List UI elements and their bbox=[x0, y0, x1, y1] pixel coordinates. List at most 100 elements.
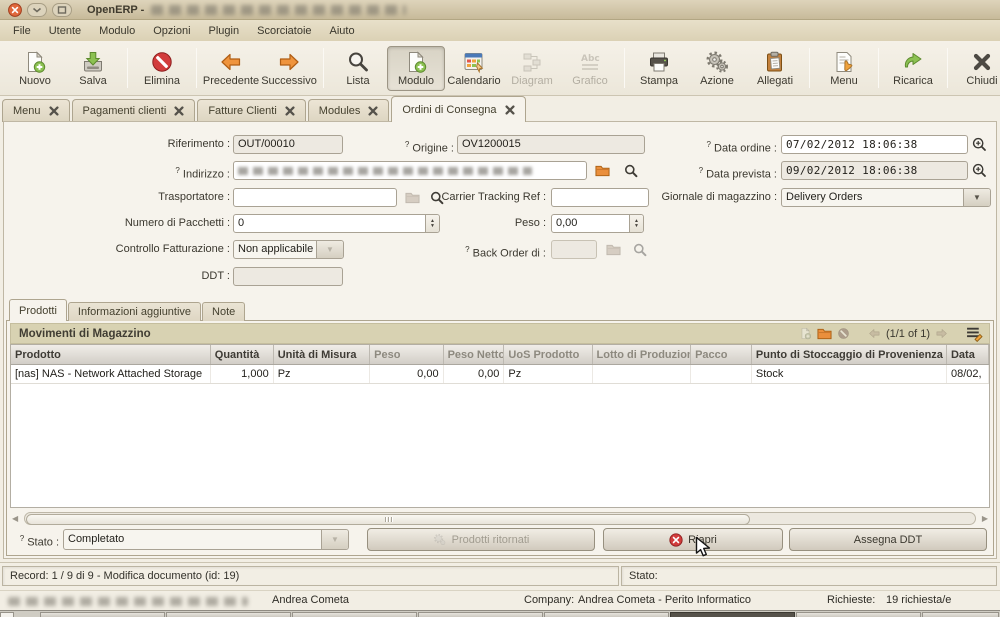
grid-open-record-icon[interactable] bbox=[817, 326, 832, 341]
tab-close-icon[interactable] bbox=[368, 106, 378, 116]
data_ordine-field[interactable]: 07/02/2012 18:06:38 bbox=[781, 135, 968, 154]
peso-label: Peso : bbox=[354, 214, 546, 233]
zoom-plus-icon[interactable] bbox=[972, 163, 987, 178]
column-header-uos-prodotto[interactable]: UoS Prodotto bbox=[504, 345, 592, 365]
toolbar-button-chiudi[interactable]: Chiudi bbox=[953, 46, 1000, 91]
taskbar-item[interactable] bbox=[670, 612, 795, 617]
giornale-field[interactable]: Delivery Orders▼ bbox=[781, 188, 991, 207]
toolbar-button-elimina[interactable]: Elimina bbox=[133, 46, 191, 91]
window-tabstrip: MenuPagamenti clientiFatture ClientiModu… bbox=[0, 96, 1000, 122]
scrollbar-thumb[interactable] bbox=[26, 514, 750, 525]
tab-close-icon[interactable] bbox=[505, 105, 515, 115]
scroll-left-icon[interactable]: ◀ bbox=[12, 514, 18, 523]
button-riapri[interactable]: Riapri bbox=[603, 528, 783, 551]
cancel-red-icon bbox=[669, 533, 683, 547]
indirizzo-field[interactable] bbox=[233, 161, 587, 180]
toolbar-button-azione[interactable]: Azione bbox=[688, 46, 746, 91]
toolbar-separator bbox=[196, 48, 197, 88]
column-header-unit-di-misura[interactable]: Unità di Misura bbox=[273, 345, 369, 365]
column-header-lotto-di-produzione[interactable]: Lotto di Produzione bbox=[592, 345, 691, 365]
notebook-tab-informazioni-aggiuntive[interactable]: Informazioni aggiuntive bbox=[68, 302, 201, 321]
spinner-down-icon[interactable]: ▼ bbox=[634, 224, 639, 229]
toolbar-button-label: Diagram bbox=[511, 75, 553, 87]
scroll-right-icon[interactable]: ▶ bbox=[982, 514, 988, 523]
scrollbar-grip bbox=[385, 517, 386, 522]
toolbar-button-ricarica[interactable]: Ricarica bbox=[884, 46, 942, 91]
controllo_fatturazione-dropdown-button[interactable]: ▼ bbox=[316, 241, 343, 258]
toolbar-button-successivo[interactable]: Successivo bbox=[260, 46, 318, 91]
column-header-data[interactable]: Data bbox=[946, 345, 988, 365]
window-minimize-button[interactable] bbox=[27, 3, 47, 17]
column-header-pacco[interactable]: Pacco bbox=[691, 345, 752, 365]
taskbar-item[interactable] bbox=[292, 612, 417, 617]
tab-menu[interactable]: Menu bbox=[2, 99, 70, 122]
taskbar-item[interactable] bbox=[418, 612, 543, 617]
toolbar-button-calendario[interactable]: Calendario bbox=[445, 46, 503, 91]
column-header-prodotto[interactable]: Prodotto bbox=[11, 345, 210, 365]
cell-peso: 0,00 bbox=[370, 365, 443, 384]
toolbar-button-allegati[interactable]: Allegati bbox=[746, 46, 804, 91]
menu-item-file[interactable]: File bbox=[4, 22, 40, 40]
button-prodotti-ritornati: Prodotti ritornati bbox=[367, 528, 595, 551]
tab-close-icon[interactable] bbox=[49, 106, 59, 116]
taskbar-item[interactable] bbox=[40, 612, 165, 617]
menu-item-modulo[interactable]: Modulo bbox=[90, 22, 144, 40]
indirizzo-label: ? Indirizzo : bbox=[34, 161, 230, 180]
toolbar-button-label: Stampa bbox=[640, 75, 678, 87]
toolbar-button-menu[interactable]: Menu bbox=[815, 46, 873, 91]
zoom-plus-icon[interactable] bbox=[972, 137, 987, 152]
toolbar-button-nuovo[interactable]: Nuovo bbox=[6, 46, 64, 91]
tab-modules[interactable]: Modules bbox=[308, 99, 390, 122]
giornale-dropdown-button[interactable]: ▼ bbox=[963, 189, 990, 206]
scrollbar-track[interactable] bbox=[24, 512, 976, 525]
button-assegna-ddt[interactable]: Assegna DDT bbox=[789, 528, 987, 551]
help-marker: ? bbox=[175, 166, 179, 175]
next-icon bbox=[277, 50, 301, 74]
tab-fatture-clienti[interactable]: Fatture Clienti bbox=[197, 99, 305, 122]
close-window-icon bbox=[970, 50, 994, 74]
taskbar-item[interactable] bbox=[922, 612, 999, 617]
column-header-punto-di-stoccaggio-di-provenienza[interactable]: Punto di Stoccaggio di Provenienza bbox=[751, 345, 946, 365]
requests-value[interactable]: 19 richiesta/e bbox=[886, 594, 951, 606]
help-marker: ? bbox=[20, 534, 24, 543]
notebook-tab-prodotti[interactable]: Prodotti bbox=[9, 299, 67, 321]
horizontal-scrollbar[interactable]: ◀▶ bbox=[10, 512, 990, 526]
toolbar-button-label: Elimina bbox=[144, 75, 180, 87]
cell-data: 08/02, bbox=[946, 365, 988, 384]
tab-close-icon[interactable] bbox=[174, 106, 184, 116]
controllo_fatturazione-field[interactable]: Non applicabile▼ bbox=[233, 240, 344, 259]
toolbar-button-label: Chiudi bbox=[966, 75, 997, 87]
menu-item-utente[interactable]: Utente bbox=[40, 22, 90, 40]
toolbar-button-precedente[interactable]: Precedente bbox=[202, 46, 260, 91]
stato-field[interactable]: Completato▼ bbox=[63, 529, 349, 550]
column-header-peso-netto[interactable]: Peso Netto bbox=[443, 345, 504, 365]
pager-label: (1/1 of 1) bbox=[886, 328, 930, 340]
origine-value: OV1200015 bbox=[462, 138, 521, 150]
toolbar-button-stampa[interactable]: Stampa bbox=[630, 46, 688, 91]
stato-dropdown-button[interactable]: ▼ bbox=[321, 530, 348, 549]
column-header-peso[interactable]: Peso bbox=[370, 345, 443, 365]
menu-item-opzioni[interactable]: Opzioni bbox=[144, 22, 199, 40]
taskbar-item[interactable] bbox=[544, 612, 669, 617]
window-maximize-button[interactable] bbox=[52, 3, 72, 17]
peso-spinner[interactable]: ▲▼ bbox=[629, 215, 643, 232]
menu-item-aiuto[interactable]: Aiuto bbox=[321, 22, 364, 40]
tab-pagamenti-clienti[interactable]: Pagamenti clienti bbox=[72, 99, 196, 122]
taskbar-item[interactable] bbox=[0, 612, 14, 617]
menu-item-scorciatoie[interactable]: Scorciatoie bbox=[248, 22, 320, 40]
tab-close-icon[interactable] bbox=[285, 106, 295, 116]
toolbar-button-modulo[interactable]: Modulo bbox=[387, 46, 445, 91]
tab-ordini-di-consegna[interactable]: Ordini di Consegna bbox=[391, 96, 525, 122]
menu-item-plugin[interactable]: Plugin bbox=[200, 22, 249, 40]
taskbar-item[interactable] bbox=[796, 612, 921, 617]
window-close-button[interactable] bbox=[8, 3, 22, 17]
table-row[interactable]: [nas] NAS - Network Attached Storage1,00… bbox=[11, 365, 989, 384]
notebook-tab-note[interactable]: Note bbox=[202, 302, 245, 321]
peso-field[interactable]: 0,00▲▼ bbox=[551, 214, 644, 233]
switch-view-icon[interactable] bbox=[966, 325, 983, 342]
toolbar-button-lista[interactable]: Lista bbox=[329, 46, 387, 91]
column-header-quantit-[interactable]: Quantità bbox=[210, 345, 273, 365]
taskbar-item[interactable] bbox=[166, 612, 291, 617]
numero_pacchetti-value: 0 bbox=[238, 217, 244, 229]
toolbar-button-salva[interactable]: Salva bbox=[64, 46, 122, 91]
